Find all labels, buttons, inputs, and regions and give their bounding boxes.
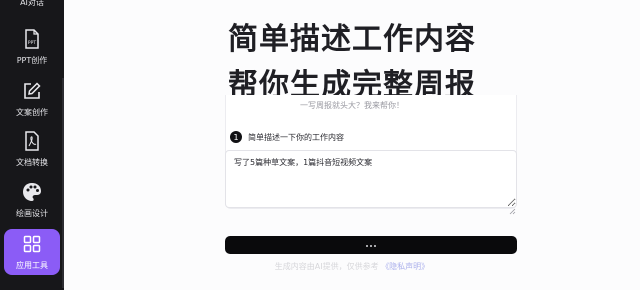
resize-handle-icon[interactable]	[509, 200, 516, 215]
sidebar: AI对话 PPT PPT创作 文案创作 文档转换 绘画设计 应用工具	[0, 0, 64, 290]
work-description-input[interactable]	[225, 150, 517, 208]
sidebar-item-ppt[interactable]: PPT PPT创作	[4, 28, 60, 74]
step-label: 简单描述一下你的工作内容	[248, 133, 344, 142]
ppt-badge-text: PPT	[28, 40, 36, 46]
footer-text: 生成内容由AI提供，仅供参考	[274, 262, 379, 271]
loading-dots-icon	[365, 238, 377, 253]
sidebar-item-ai-chat[interactable]: AI对话	[4, 0, 60, 11]
sidebar-item-label: 应用工具	[16, 261, 48, 270]
sidebar-item-label: 绘画设计	[16, 209, 48, 218]
privacy-link[interactable]: 《隐私声明》	[381, 262, 429, 271]
edit-icon	[21, 80, 43, 102]
sidebar-item-copywriting[interactable]: 文案创作	[4, 80, 60, 126]
sidebar-item-doc-convert[interactable]: 文档转换	[4, 130, 60, 176]
sidebar-item-app-tools[interactable]: 应用工具	[4, 229, 60, 275]
page-subtitle: 一写周报就头大？我来帮你！	[300, 101, 404, 110]
generate-button[interactable]	[225, 236, 517, 254]
sidebar-item-label: PPT创作	[16, 56, 48, 65]
ppt-file-icon: PPT	[21, 28, 43, 50]
sidebar-item-painting[interactable]: 绘画设计	[4, 181, 60, 227]
apps-grid-icon	[21, 233, 43, 255]
footer-disclaimer: 生成内容由AI提供，仅供参考 《隐私声明》	[64, 261, 640, 272]
sidebar-item-label: 文案创作	[16, 108, 48, 117]
sidebar-item-label: 文档转换	[16, 158, 48, 167]
page-title-line1: 简单描述工作内容	[228, 22, 476, 57]
sidebar-item-label: AI对话	[20, 0, 44, 7]
palette-icon	[21, 181, 43, 203]
pdf-file-icon	[21, 130, 43, 152]
step-number-badge: 1	[230, 131, 242, 143]
main-panel: 简单描述工作内容 帮你生成完整周报 一写周报就头大？我来帮你！ 1 简单描述一下…	[64, 0, 640, 290]
